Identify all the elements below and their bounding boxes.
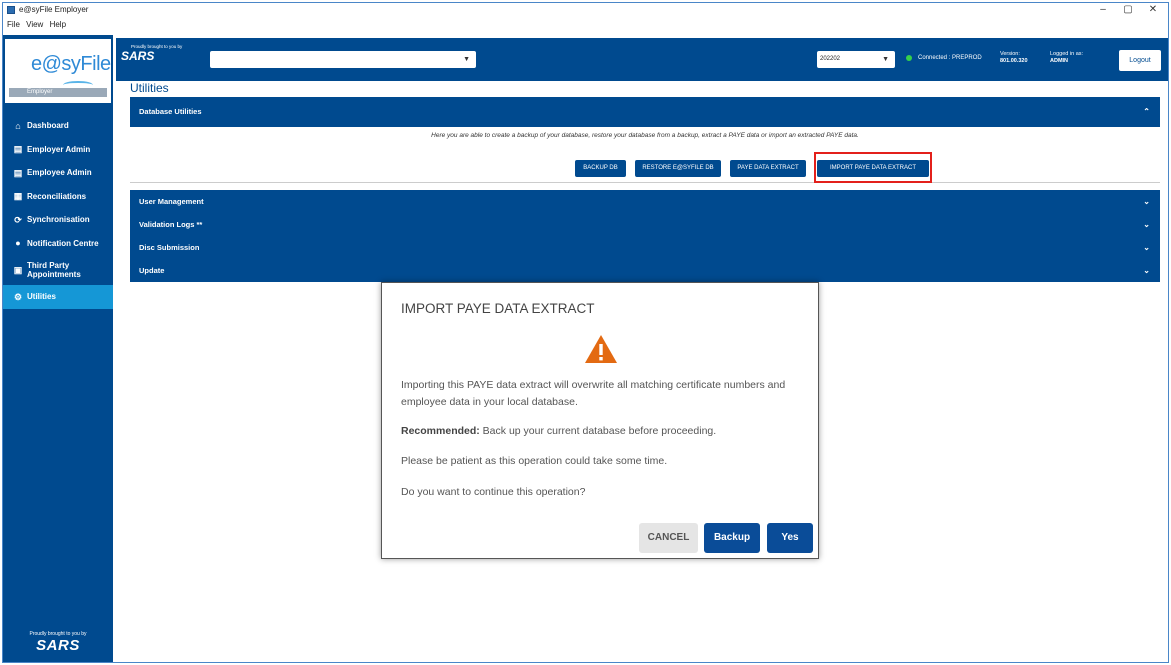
version-label: Version: bbox=[1000, 51, 1020, 57]
section-disc-submission[interactable]: Disc Submission ⌄ bbox=[130, 236, 1160, 259]
sidebar-item-label: Dashboard bbox=[27, 121, 69, 131]
section-update[interactable]: Update ⌄ bbox=[130, 259, 1160, 282]
dialog-message: Importing this PAYE data extract will ov… bbox=[401, 379, 786, 408]
gears-icon: ⚙ bbox=[13, 291, 23, 302]
status-dot-icon bbox=[906, 55, 912, 61]
sidebar-item-notification-centre[interactable]: ● Notification Centre bbox=[3, 232, 113, 256]
backup-db-button[interactable]: BACKUP DB bbox=[575, 160, 626, 177]
sidebar-item-dashboard[interactable]: ⌂ Dashboard bbox=[3, 114, 113, 138]
sidebar-item-utilities[interactable]: ⚙ Utilities bbox=[3, 285, 113, 309]
sidebar: e@syFile Employer ⌂ Dashboard ▤ Employer… bbox=[3, 35, 113, 662]
header: Proudly brought to you by SARS ▼ 202202 … bbox=[116, 38, 1168, 81]
sidebar-item-label: Third Party Appointments bbox=[27, 261, 81, 279]
section-title: Database Utilities bbox=[139, 107, 202, 116]
chevron-up-icon: ⌃ bbox=[1143, 107, 1150, 116]
period-select[interactable]: 202202 ▼ bbox=[817, 51, 895, 68]
dialog-question: Do you want to continue this operation? bbox=[401, 486, 586, 498]
connection-status: Connected : PREPROD bbox=[906, 55, 982, 61]
dialog-patience-note: Please be patient as this operation coul… bbox=[401, 455, 668, 467]
close-button[interactable]: ✕ bbox=[1142, 3, 1164, 17]
section-validation-logs[interactable]: Validation Logs ** ⌄ bbox=[130, 213, 1160, 236]
title-bar: e@syFile Employer – ▢ ✕ bbox=[3, 3, 1168, 17]
logo-badge: Employer bbox=[9, 88, 107, 97]
calendar-icon: ▣ bbox=[13, 265, 23, 275]
sars-logo: SARS bbox=[121, 49, 155, 63]
chevron-down-icon: ⌄ bbox=[1143, 266, 1150, 275]
document-icon: ▤ bbox=[13, 167, 23, 178]
menu-file[interactable]: File bbox=[3, 17, 20, 29]
home-icon: ⌂ bbox=[15, 120, 21, 131]
sidebar-item-employer-admin[interactable]: ▤ Employer Admin bbox=[3, 138, 113, 162]
employer-select[interactable]: ▼ bbox=[210, 51, 476, 68]
logged-in-label: Logged in as: bbox=[1050, 51, 1084, 57]
notification-icon: ● bbox=[15, 238, 21, 249]
menu-bar: File View Help bbox=[3, 17, 1168, 33]
warning-icon bbox=[585, 335, 617, 363]
maximize-button[interactable]: ▢ bbox=[1117, 3, 1139, 17]
logout-button[interactable]: Logout bbox=[1119, 50, 1161, 71]
logo: e@syFile Employer bbox=[5, 39, 111, 103]
chevron-down-icon: ⌄ bbox=[1143, 243, 1150, 252]
page-title: Utilities bbox=[130, 81, 169, 95]
version-value: 801.00.320 bbox=[1000, 58, 1028, 64]
yes-button[interactable]: Yes bbox=[767, 523, 813, 553]
section-database-utilities[interactable]: Database Utilities ⌃ bbox=[130, 97, 1160, 127]
chevron-down-icon: ▼ bbox=[463, 56, 470, 63]
chevron-down-icon: ▼ bbox=[882, 56, 889, 63]
sync-icon: ⟳ bbox=[14, 214, 22, 225]
sidebar-item-label: Reconciliations bbox=[27, 191, 87, 201]
menu-view[interactable]: View bbox=[22, 17, 43, 29]
version-info: Version: 801.00.320 bbox=[1000, 51, 1028, 65]
sidebar-item-reconciliations[interactable]: ▦ Reconciliations bbox=[3, 185, 113, 209]
window-title: e@syFile Employer bbox=[19, 5, 89, 14]
sidebar-item-third-party-appointments[interactable]: ▣ Third Party Appointments bbox=[3, 255, 113, 285]
dialog-recommendation: Recommended: Back up your current databa… bbox=[401, 423, 801, 440]
sidebar-footer: Proudly brought to you by SARS bbox=[3, 631, 113, 654]
sidebar-nav: ⌂ Dashboard ▤ Employer Admin ▤ Employee … bbox=[3, 114, 113, 309]
logged-in-user: ADMIN bbox=[1050, 58, 1069, 64]
database-utilities-panel: Here you are able to create a backup of … bbox=[130, 127, 1160, 183]
sidebar-item-synchronisation[interactable]: ⟳ Synchronisation bbox=[3, 208, 113, 232]
menu-help[interactable]: Help bbox=[46, 17, 66, 29]
recommended-text: Back up your current database before pro… bbox=[479, 425, 717, 437]
document-icon: ▤ bbox=[13, 144, 23, 155]
sidebar-item-label: Employee Admin bbox=[27, 168, 92, 178]
recommended-label: Recommended: bbox=[401, 425, 480, 437]
minimize-button[interactable]: – bbox=[1092, 3, 1114, 17]
chevron-down-icon: ⌄ bbox=[1143, 220, 1150, 229]
backup-button[interactable]: Backup bbox=[704, 523, 760, 553]
restore-db-button[interactable]: RESTORE E@SYFILE DB bbox=[635, 160, 721, 177]
header-brand: Proudly brought to you by SARS bbox=[121, 44, 182, 63]
highlight-box bbox=[814, 152, 932, 183]
sidebar-item-label: Synchronisation bbox=[27, 215, 90, 225]
sidebar-item-label: Utilities bbox=[27, 292, 56, 302]
sidebar-item-label: Employer Admin bbox=[27, 144, 91, 154]
cancel-button[interactable]: CANCEL bbox=[639, 523, 698, 553]
section-user-management[interactable]: User Management ⌄ bbox=[130, 190, 1160, 213]
section-title: User Management bbox=[139, 197, 204, 206]
import-dialog: IMPORT PAYE DATA EXTRACT Importing this … bbox=[381, 282, 819, 559]
sidebar-item-label: Notification Centre bbox=[27, 238, 99, 248]
section-title: Validation Logs ** bbox=[139, 220, 203, 229]
period-value: 202202 bbox=[820, 56, 841, 62]
chevron-down-icon: ⌄ bbox=[1143, 197, 1150, 206]
paye-data-extract-button[interactable]: PAYE DATA EXTRACT bbox=[730, 160, 806, 177]
dialog-title: IMPORT PAYE DATA EXTRACT bbox=[401, 301, 595, 316]
logo-text: e@syFile bbox=[31, 53, 111, 75]
connection-text: Connected : PREPROD bbox=[918, 55, 982, 61]
sars-logo: SARS bbox=[36, 637, 80, 654]
reconcile-icon: ▦ bbox=[13, 191, 23, 202]
app-icon bbox=[7, 6, 15, 14]
database-utilities-description: Here you are able to create a backup of … bbox=[431, 132, 859, 139]
section-title: Disc Submission bbox=[139, 243, 200, 252]
sidebar-item-employee-admin[interactable]: ▤ Employee Admin bbox=[3, 161, 113, 185]
section-title: Update bbox=[139, 266, 165, 275]
logged-in-info: Logged in as: ADMIN bbox=[1050, 51, 1083, 65]
